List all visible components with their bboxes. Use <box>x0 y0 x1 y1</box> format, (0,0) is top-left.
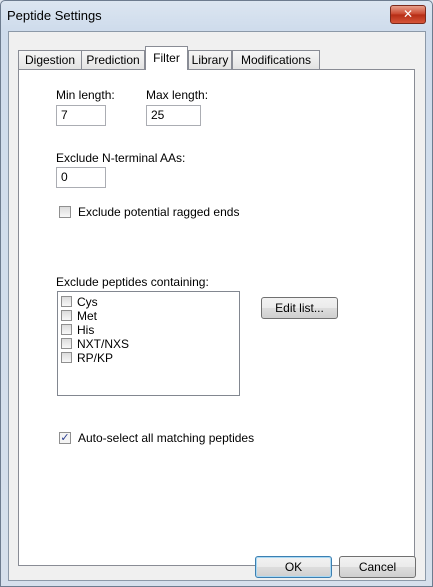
rp-kp-label: RP/KP <box>77 351 114 365</box>
exclude-peptides-listbox[interactable]: Cys Met His NXT/NXS RP/KP <box>57 291 240 396</box>
ragged-ends-checkbox[interactable] <box>59 206 71 218</box>
peptide-settings-dialog: Peptide Settings ✕ Digestion Prediction … <box>0 0 433 587</box>
ok-button[interactable]: OK <box>255 556 332 578</box>
cys-label: Cys <box>77 295 98 309</box>
exclude-nterm-input[interactable]: 0 <box>56 167 106 188</box>
dialog-client-area: Digestion Prediction Filter Library Modi… <box>8 31 426 581</box>
title-bar[interactable]: Peptide Settings ✕ <box>1 1 432 29</box>
tab-prediction[interactable]: Prediction <box>81 50 145 69</box>
edit-list-button[interactable]: Edit list... <box>261 297 338 319</box>
tab-modifications[interactable]: Modifications <box>232 50 320 69</box>
nxt-nxs-label: NXT/NXS <box>77 337 130 351</box>
tab-library[interactable]: Library <box>188 50 232 69</box>
filter-tab-panel: Min length: 7 Max length: 25 Exclude N-t… <box>18 69 415 566</box>
his-label: His <box>77 323 95 337</box>
max-length-input[interactable]: 25 <box>146 105 201 126</box>
window-title: Peptide Settings <box>7 8 102 23</box>
rp-kp-checkbox[interactable] <box>61 352 72 363</box>
close-button[interactable]: ✕ <box>390 5 426 24</box>
exclude-peptides-label: Exclude peptides containing: <box>56 275 209 289</box>
tab-filter[interactable]: Filter <box>145 46 188 70</box>
max-length-label: Max length: <box>146 88 209 102</box>
cys-checkbox[interactable] <box>61 296 72 307</box>
tab-digestion[interactable]: Digestion <box>18 50 82 69</box>
met-checkbox[interactable] <box>61 310 72 321</box>
his-checkbox[interactable] <box>61 324 72 335</box>
ragged-ends-label[interactable]: Exclude potential ragged ends <box>78 205 239 219</box>
list-item-his[interactable]: His <box>58 323 228 337</box>
nxt-nxs-checkbox[interactable] <box>61 338 72 349</box>
close-icon: ✕ <box>402 7 414 21</box>
list-item-met[interactable]: Met <box>58 309 228 323</box>
cancel-button[interactable]: Cancel <box>339 556 416 578</box>
list-item-rp-kp[interactable]: RP/KP <box>58 351 228 365</box>
list-item-cys[interactable]: Cys <box>58 295 228 309</box>
checkmark-icon: ✓ <box>60 431 70 444</box>
auto-select-label[interactable]: Auto-select all matching peptides <box>78 431 254 445</box>
list-item-nxt-nxs[interactable]: NXT/NXS <box>58 337 228 351</box>
min-length-input[interactable]: 7 <box>56 105 106 126</box>
auto-select-checkbox[interactable]: ✓ <box>59 432 71 444</box>
min-length-label: Min length: <box>56 88 115 102</box>
met-label: Met <box>77 309 98 323</box>
exclude-nterm-label: Exclude N-terminal AAs: <box>56 151 186 165</box>
